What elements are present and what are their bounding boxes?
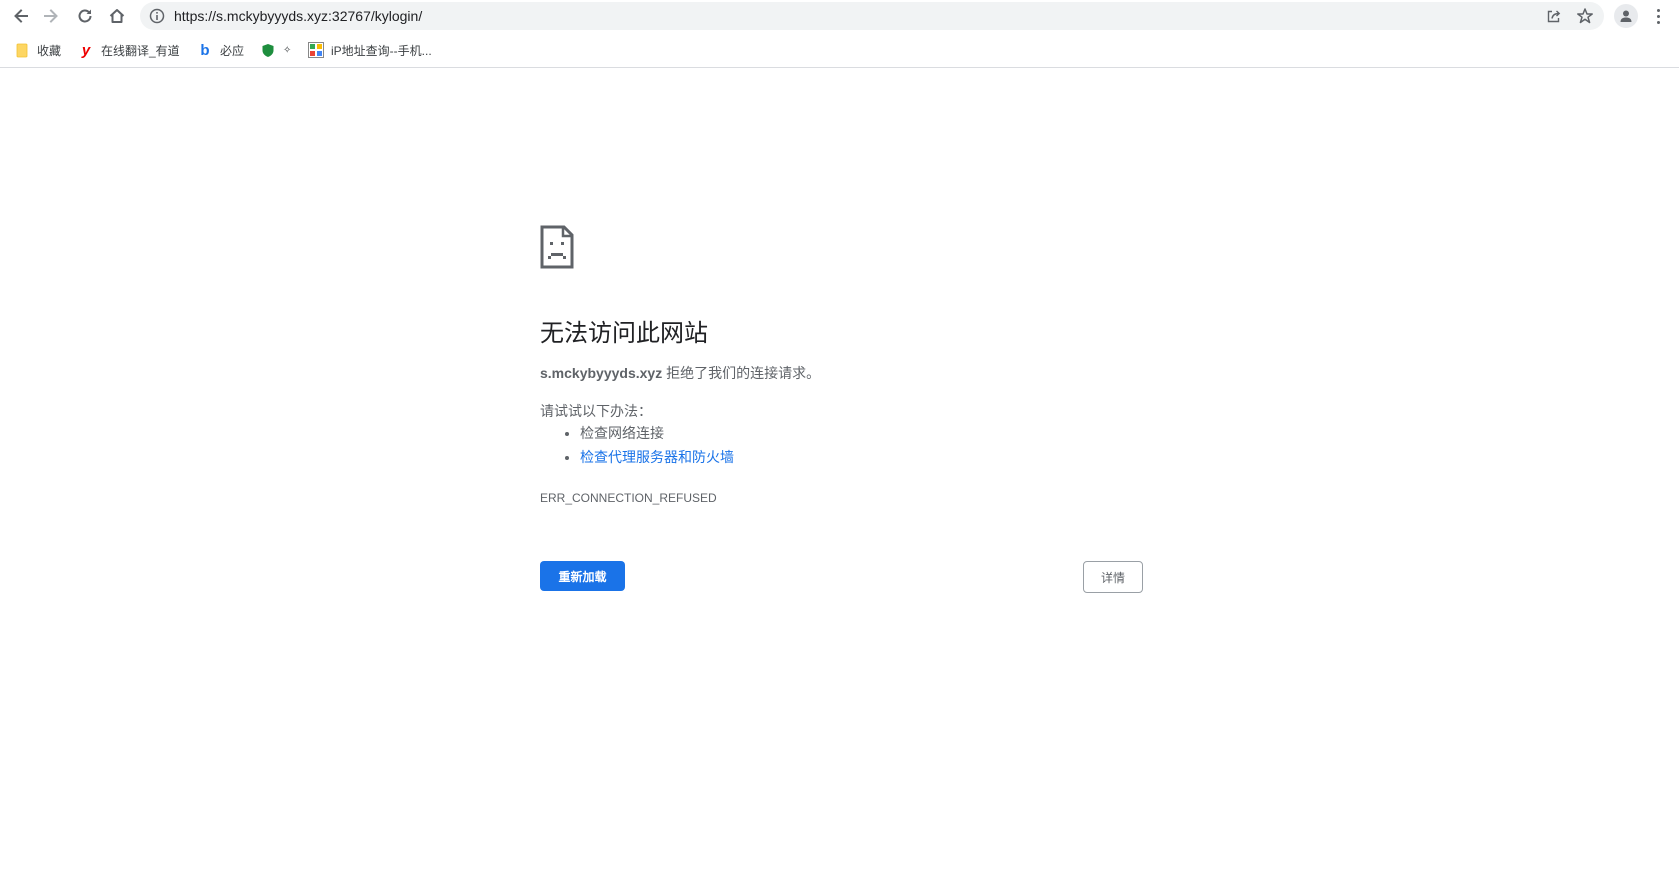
error-headline: 无法访问此网站	[540, 320, 708, 347]
back-button[interactable]	[8, 3, 34, 29]
bookmarks-bar: 收藏 y 在线翻译_有道 b 必应 ✧ iP地址查询--手机...	[0, 35, 1679, 68]
profile-button[interactable]	[1614, 4, 1638, 28]
home-icon	[109, 9, 125, 23]
sad-document-icon	[540, 225, 574, 269]
info-icon[interactable]	[149, 8, 165, 24]
profile-icon	[1620, 10, 1632, 22]
reload-page-button[interactable]: 重新加载	[540, 561, 625, 591]
suggestion-item: 检查代理服务器和防火墙	[580, 445, 734, 469]
home-button[interactable]	[104, 3, 130, 29]
url-text[interactable]: https://s.mckybyyyds.xyz:32767/kylogin/	[174, 8, 422, 24]
ip-lookup-icon	[308, 42, 324, 58]
youdao-icon: y	[81, 41, 91, 59]
reload-icon	[78, 9, 92, 23]
forward-button[interactable]	[38, 3, 64, 29]
arrow-right-icon	[44, 9, 58, 23]
arrow-left-icon	[14, 9, 28, 23]
bookmark-label: 收藏	[37, 43, 62, 58]
error-description: s.mckybyyyds.xyz 拒绝了我们的连接请求。	[540, 363, 820, 383]
suggestions-list: 检查网络连接 检查代理服务器和防火墙	[540, 421, 734, 469]
error-message: 拒绝了我们的连接请求。	[662, 365, 821, 381]
bookmark-label: ✧	[283, 44, 292, 56]
reload-button[interactable]	[72, 3, 98, 29]
bookmark-label: iP地址查询--手机...	[331, 43, 432, 58]
shield-icon	[260, 42, 276, 58]
kebab-menu-icon	[1656, 14, 1660, 18]
details-button[interactable]: 详情	[1083, 561, 1143, 593]
bookmark-ip-lookup[interactable]: iP地址查询--手机...	[308, 40, 432, 60]
bookmark-shield[interactable]: ✧	[260, 40, 291, 60]
star-icon[interactable]	[1576, 7, 1594, 25]
bing-icon: b	[200, 41, 210, 59]
kebab-menu-button[interactable]	[1648, 5, 1668, 27]
browser-toolbar: https://s.mckybyyyds.xyz:32767/kylogin/	[0, 0, 1679, 33]
bookmark-favorites[interactable]: 收藏	[14, 40, 61, 60]
bookmark-label: 在线翻译_有道	[101, 43, 180, 58]
bookmark-label: 必应	[220, 43, 245, 58]
folder-icon	[14, 42, 30, 58]
error-host: s.mckybyyyds.xyz	[540, 365, 663, 381]
bookmark-youdao[interactable]: y 在线翻译_有道	[78, 40, 180, 60]
bookmark-bing[interactable]: b 必应	[197, 40, 244, 60]
suggestion-check-connection: 检查网络连接	[580, 425, 664, 441]
kebab-menu-icon	[1656, 20, 1660, 24]
address-bar[interactable]: https://s.mckybyyyds.xyz:32767/kylogin/	[140, 2, 1604, 30]
kebab-menu-icon	[1656, 8, 1660, 12]
suggestion-check-proxy-firewall-link[interactable]: 检查代理服务器和防火墙	[580, 449, 734, 465]
suggestions-heading: 请试试以下办法：	[540, 403, 652, 419]
error-code: ERR_CONNECTION_REFUSED	[540, 491, 717, 505]
share-icon[interactable]	[1546, 8, 1562, 24]
suggestion-item: 检查网络连接	[580, 421, 734, 445]
